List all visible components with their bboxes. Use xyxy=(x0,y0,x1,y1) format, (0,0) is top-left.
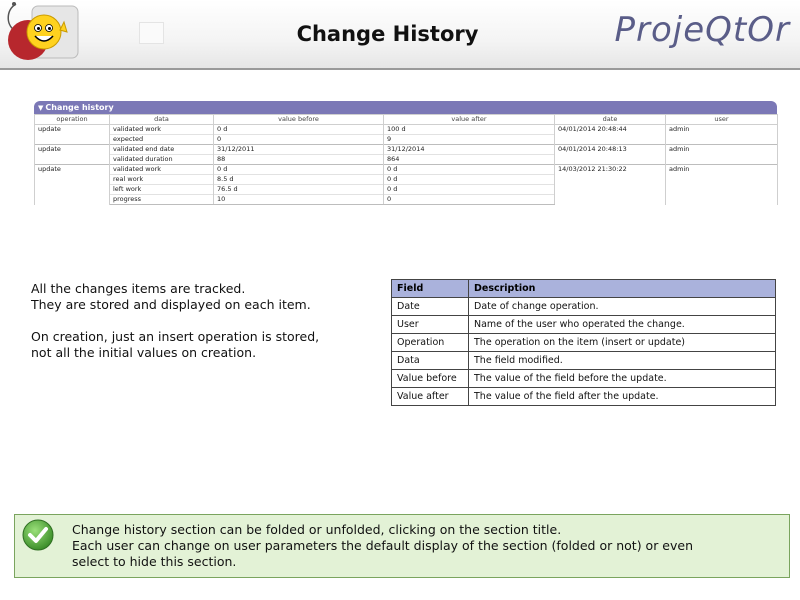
field-cell: Operation xyxy=(391,333,469,352)
description-cell: Name of the user who operated the change… xyxy=(468,315,776,334)
tip-line: Change history section can be folded or … xyxy=(72,522,562,537)
change-history-table: operation data value before value after … xyxy=(34,114,778,205)
table-row: update validated end date 31/12/2011 31/… xyxy=(34,144,778,165)
table-row: update validated work 0 d 0 d 14/03/2012… xyxy=(34,164,778,205)
value-after-cell: 0 d xyxy=(383,164,555,175)
value-after-cell: 0 d xyxy=(383,184,555,195)
field-cell: User xyxy=(391,315,469,334)
data-cell: validated duration xyxy=(109,154,214,165)
date-cell: 14/03/2012 21:30:22 xyxy=(554,164,666,205)
value-before-cell: 76.5 d xyxy=(213,184,384,195)
column-header: value after xyxy=(383,114,555,125)
paragraph: All the changes items are tracked. They … xyxy=(31,281,371,313)
value-before-cell: 0 d xyxy=(213,164,384,175)
value-before-cell: 31/12/2011 xyxy=(213,144,384,155)
description-cell: The field modified. xyxy=(468,351,776,370)
value-after-cell: 864 xyxy=(383,154,555,165)
table-row: Value before The value of the field befo… xyxy=(391,369,776,388)
value-after-cell: 0 xyxy=(383,194,555,205)
operation-cell: update xyxy=(34,124,110,145)
field-cell: Value after xyxy=(391,387,469,406)
value-after-cell: 100 d xyxy=(383,124,555,135)
data-cell: validated work xyxy=(109,164,214,175)
value-after-cell: 31/12/2014 xyxy=(383,144,555,155)
text-line: They are stored and displayed on each it… xyxy=(31,297,311,312)
column-header: Field xyxy=(391,279,469,298)
data-cell: progress xyxy=(109,194,214,205)
table-row: update validated work 0 d 100 d 04/01/20… xyxy=(34,124,778,145)
value-before-cell: 10 xyxy=(213,194,384,205)
value-before-cell: 0 d xyxy=(213,124,384,135)
field-cell: Data xyxy=(391,351,469,370)
value-before-cell: 88 xyxy=(213,154,384,165)
data-cell: validated end date xyxy=(109,144,214,155)
table-row: User Name of the user who operated the c… xyxy=(391,315,776,334)
data-cell: expected xyxy=(109,134,214,145)
table-row: Data The field modified. xyxy=(391,351,776,370)
value-after-cell: 0 d xyxy=(383,174,555,185)
value-before-cell: 8.5 d xyxy=(213,174,384,185)
user-cell: admin xyxy=(665,164,778,205)
table-row: Value after The value of the field after… xyxy=(391,387,776,406)
tip-line: select to hide this section. xyxy=(72,554,237,569)
table-row: Date Date of change operation. xyxy=(391,297,776,316)
value-before-cell: 0 xyxy=(213,134,384,145)
tip-box: Change history section can be folded or … xyxy=(14,514,790,578)
field-description-table: Field Description Date Date of change op… xyxy=(391,279,776,406)
field-cell: Value before xyxy=(391,369,469,388)
field-cell: Date xyxy=(391,297,469,316)
operation-cell: update xyxy=(34,144,110,165)
data-cell: real work xyxy=(109,174,214,185)
description-cell: The value of the field before the update… xyxy=(468,369,776,388)
date-cell: 04/01/2014 20:48:44 xyxy=(554,124,666,145)
description-cell: The operation on the item (insert or upd… xyxy=(468,333,776,352)
data-cell: validated work xyxy=(109,124,214,135)
operation-cell: update xyxy=(34,164,110,205)
column-header: user xyxy=(665,114,778,125)
description-cell: Date of change operation. xyxy=(468,297,776,316)
column-header: value before xyxy=(213,114,384,125)
brand-logo-text: ProjeQtOr xyxy=(614,10,790,50)
column-header: date xyxy=(554,114,666,125)
value-after-cell: 9 xyxy=(383,134,555,145)
change-history-section-title[interactable]: ▼ Change history xyxy=(34,101,777,114)
table-row: Operation The operation on the item (ins… xyxy=(391,333,776,352)
page-header: Change History ProjeQtOr xyxy=(0,0,800,70)
date-cell: 04/01/2014 20:48:13 xyxy=(554,144,666,165)
user-cell: admin xyxy=(665,144,778,165)
column-header: data xyxy=(109,114,214,125)
table-header-row: Field Description xyxy=(391,279,776,298)
paragraph: On creation, just an insert operation is… xyxy=(31,329,371,361)
description-cell: The value of the field after the update. xyxy=(468,387,776,406)
text-line: not all the initial values on creation. xyxy=(31,345,257,360)
check-icon xyxy=(22,519,54,551)
section-title-label: Change history xyxy=(45,103,114,112)
collapse-arrow-icon[interactable]: ▼ xyxy=(38,104,43,112)
change-history-section: ▼ Change history operation data value bef… xyxy=(34,101,778,205)
text-line: On creation, just an insert operation is… xyxy=(31,329,320,344)
tip-line: Each user can change on user parameters … xyxy=(72,538,694,553)
text-line: All the changes items are tracked. xyxy=(31,281,246,296)
user-cell: admin xyxy=(665,124,778,145)
data-cell: left work xyxy=(109,184,214,195)
column-header: operation xyxy=(34,114,110,125)
table-header-row: operation data value before value after … xyxy=(34,114,778,125)
description-text: All the changes items are tracked. They … xyxy=(31,281,371,377)
tip-text: Change history section can be folded or … xyxy=(72,522,782,570)
column-header: Description xyxy=(468,279,776,298)
